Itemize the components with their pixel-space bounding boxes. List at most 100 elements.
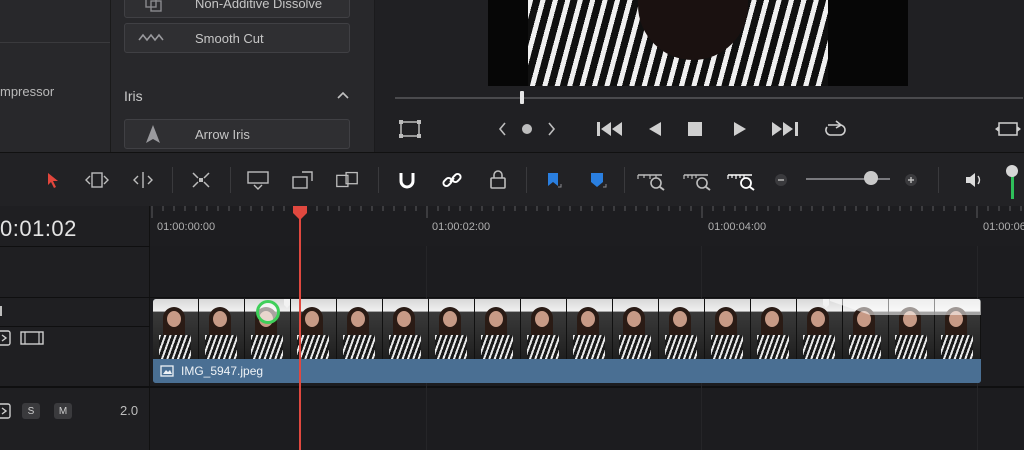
viewer-panel [375,0,1024,152]
audio-track-volume: 2.0 [120,403,139,418]
zoom-full-icon [637,174,665,191]
timeline-ruler[interactable]: 01:00:00:00 01:00:02:00 01:00:04:00 01:0… [150,206,1024,246]
clip-thumbnail [613,299,659,359]
track-lock-icon[interactable] [0,304,8,318]
audio-level-slider[interactable] [1000,161,1024,201]
toolbar-separator [230,167,231,193]
transition-arrow-iris[interactable]: Arrow Iris [124,119,350,149]
header-divider [0,297,150,298]
wave-icon [138,33,164,42]
header-divider [0,326,150,327]
audio-volume-button[interactable] [962,167,986,193]
flag-icon [548,173,562,188]
go-to-end-button[interactable] [770,118,802,140]
dynamic-trim-icon [133,172,153,188]
transition-label: Smooth Cut [195,31,264,46]
clip-thumbnail [337,299,383,359]
play-button[interactable] [730,118,750,140]
jog-control[interactable] [497,118,557,140]
jog-icon[interactable] [497,119,557,139]
transition-smooth-cut[interactable]: Smooth Cut [124,23,350,53]
zoom-slider-handle[interactable] [864,171,878,185]
play-reverse-icon [649,122,661,136]
zoom-full-button[interactable] [636,167,668,193]
transition-non-additive-dissolve[interactable]: Non-Additive Dissolve [124,0,350,18]
overwrite-icon [292,171,313,189]
video-preview [488,0,908,86]
dissolve-icon [145,0,162,12]
header-divider [0,246,150,247]
loop-icon [825,120,846,136]
ruler-label: 01:00:06 [983,221,1024,233]
position-lock-toggle[interactable] [485,167,511,193]
effects-library-panel: Non-Additive Dissolve Smooth Cut Iris Ar… [110,0,374,152]
safe-area-icon[interactable] [397,118,423,140]
flag-button[interactable] [540,167,566,193]
toolbar-separator [378,167,379,193]
clip-thumbnail [475,299,521,359]
effect-item-compressor[interactable]: mpressor [0,84,54,99]
clip-thumbnail [659,299,705,359]
playhead-handle[interactable] [291,206,309,220]
transition-label: Non-Additive Dissolve [195,0,323,11]
timeline-toolbar [0,152,1024,206]
marker-button[interactable] [584,167,610,193]
fullscreen-button[interactable] [993,118,1023,140]
stop-icon [688,122,702,136]
linked-selection-toggle[interactable] [439,167,465,193]
viewer-scrub-bar[interactable] [395,97,1023,99]
chevron-up-icon[interactable] [337,90,349,100]
toolbar-separator [624,167,625,193]
clip-thumbnail [153,299,199,359]
level-meter-icon [1006,165,1018,199]
fade-in-handle[interactable] [283,299,291,309]
mute-button[interactable]: M [54,403,72,419]
ruler-label: 01:00:04:00 [708,221,767,233]
timeline-timecode[interactable]: 0:01:02 [0,216,77,242]
trim-icon [85,172,109,188]
zoom-custom-icon [727,174,755,191]
track-divider [150,297,1024,298]
snapping-toggle[interactable] [394,167,420,193]
link-icon [442,172,462,188]
playhead-line[interactable] [299,214,301,450]
stop-button[interactable] [685,118,705,140]
blade-tool-button[interactable] [188,167,214,193]
zoom-detail-icon [683,174,711,191]
audio-track-auto-select-icon[interactable] [0,403,12,419]
track-divider [150,386,1024,388]
ruler-label: 01:00:00:00 [157,221,216,233]
go-to-start-button[interactable] [595,118,625,140]
track-auto-select-icon[interactable] [0,330,12,346]
insert-clip-button[interactable] [245,167,271,193]
fade-out-handle[interactable] [822,299,830,309]
left-panel: mpressor [0,0,110,152]
selection-tool-button[interactable] [40,167,66,193]
pointer-icon [48,173,58,188]
film-strip-icon[interactable] [20,331,44,345]
toolbar-separator [526,167,527,193]
clip-thumbnail [383,299,429,359]
zoom-in-button[interactable] [900,167,922,193]
video-clip[interactable]: IMG_5947.jpeg [153,299,981,383]
arrow-iris-icon [146,125,160,143]
minus-icon [775,174,787,186]
zoom-out-button[interactable] [770,167,792,193]
zoom-detail-button[interactable] [682,167,714,193]
fullscreen-icon [995,122,1021,136]
overwrite-clip-button[interactable] [290,167,316,193]
trim-edit-tool-button[interactable] [84,167,110,193]
marker-icon [591,173,607,188]
viewer-scrub-handle[interactable] [520,91,524,104]
play-icon [734,122,746,136]
zoom-custom-button[interactable] [726,167,758,193]
magnet-icon [399,173,415,189]
play-reverse-button[interactable] [645,118,665,140]
skip-back-icon [597,122,622,136]
clip-thumbnail [429,299,475,359]
clip-thumbnail [751,299,797,359]
dynamic-trim-tool-button[interactable] [130,167,156,193]
loop-button[interactable] [821,118,849,140]
replace-clip-button[interactable] [334,167,360,193]
solo-button[interactable]: S [22,403,40,419]
